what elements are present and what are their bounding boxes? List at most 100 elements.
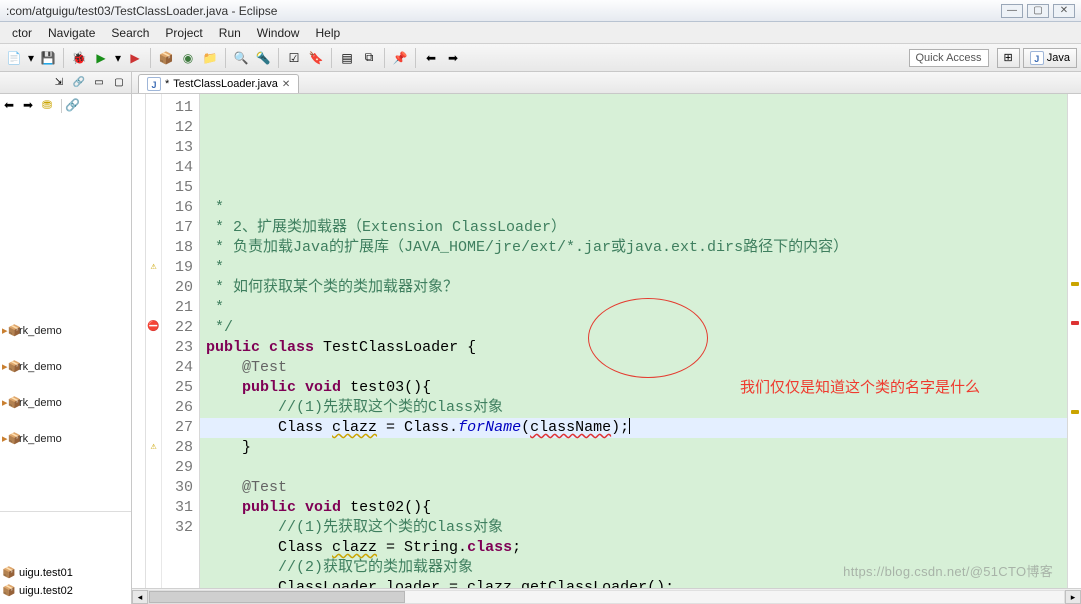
code-line[interactable]: * bbox=[206, 258, 1067, 278]
error-marker-icon[interactable]: ⛔ bbox=[146, 318, 161, 338]
collapse-all-icon[interactable]: ⇲ bbox=[51, 75, 67, 91]
code-line[interactable]: } bbox=[206, 438, 1067, 458]
warning-marker-icon[interactable]: ⚠ bbox=[146, 438, 161, 458]
code-line[interactable]: public void test03(){ bbox=[206, 378, 1067, 398]
tasks-icon[interactable]: ☑ bbox=[284, 48, 304, 68]
new-class-icon[interactable]: ◉ bbox=[178, 48, 198, 68]
code-area[interactable]: * * 2、扩展类加载器（Extension ClassLoader） * 负责… bbox=[200, 94, 1067, 588]
overview-ruler[interactable] bbox=[1067, 94, 1081, 588]
fwd-nav-icon[interactable]: ➡ bbox=[23, 98, 39, 114]
pin-icon[interactable]: 📌 bbox=[390, 48, 410, 68]
new-folder-icon[interactable]: 📁 bbox=[200, 48, 220, 68]
code-line[interactable]: * 负责加载Java的扩展库（JAVA_HOME/jre/ext/*.jar或j… bbox=[206, 238, 1067, 258]
close-window-button[interactable]: ✕ bbox=[1053, 4, 1075, 18]
separator bbox=[278, 48, 279, 68]
code-line[interactable]: * bbox=[206, 198, 1067, 218]
java-icon: J bbox=[1030, 51, 1044, 65]
code-line[interactable]: //(2)获取它的类加载器对象 bbox=[206, 558, 1067, 578]
line-number: 19 bbox=[162, 258, 193, 278]
line-number: 25 bbox=[162, 378, 193, 398]
line-number: 14 bbox=[162, 158, 193, 178]
open-type-icon[interactable]: 🔍 bbox=[231, 48, 251, 68]
code-editor[interactable]: ⚠ ⛔ ⚠ 111213141516171819202122232425262728… bbox=[132, 94, 1081, 588]
debug-icon[interactable]: 🐞 bbox=[69, 48, 89, 68]
code-line[interactable] bbox=[206, 458, 1067, 478]
line-number: 20 bbox=[162, 278, 193, 298]
code-line[interactable]: //(1)先获取这个类的Class对象 bbox=[206, 398, 1067, 418]
new-icon[interactable]: 📄 bbox=[4, 48, 24, 68]
ext-tools-icon[interactable]: ▶ bbox=[125, 48, 145, 68]
menu-navigate[interactable]: Navigate bbox=[40, 24, 103, 42]
package-icon: 📦 bbox=[2, 584, 16, 598]
folding-ruler[interactable] bbox=[132, 94, 146, 588]
save-icon[interactable]: 💾 bbox=[38, 48, 58, 68]
link-editor-icon[interactable]: 🔗 bbox=[71, 75, 87, 91]
separator bbox=[225, 48, 226, 68]
scroll-right-icon[interactable]: ▸ bbox=[1065, 590, 1081, 604]
text-caret bbox=[629, 418, 630, 434]
code-line[interactable]: */ bbox=[206, 318, 1067, 338]
annotation-ruler[interactable]: ⚠ ⛔ ⚠ bbox=[146, 94, 162, 588]
java-perspective-button[interactable]: J Java bbox=[1023, 48, 1077, 68]
window-controls: — ▢ ✕ bbox=[1001, 4, 1075, 18]
code-line[interactable]: @Test bbox=[206, 358, 1067, 378]
bottom-tree[interactable]: 📦uigu.test01 📦uigu.test02 bbox=[0, 511, 131, 604]
line-number-gutter[interactable]: 1112131415161718192021222324252627282930… bbox=[162, 94, 200, 588]
scroll-left-icon[interactable]: ◂ bbox=[132, 590, 148, 604]
separator bbox=[384, 48, 385, 68]
menu-project[interactable]: Project bbox=[157, 24, 210, 42]
menu-help[interactable]: Help bbox=[307, 24, 348, 42]
line-number: 31 bbox=[162, 498, 193, 518]
java-file-icon: J bbox=[147, 77, 161, 91]
separator bbox=[61, 99, 62, 113]
open-perspective-button[interactable]: ⊞ bbox=[997, 48, 1020, 68]
code-line[interactable]: @Test bbox=[206, 478, 1067, 498]
scroll-thumb[interactable] bbox=[149, 591, 405, 603]
new-package-icon[interactable]: 📦 bbox=[156, 48, 176, 68]
code-line[interactable]: Class clazz = String.class; bbox=[206, 538, 1067, 558]
code-line[interactable]: //(1)先获取这个类的Class对象 bbox=[206, 518, 1067, 538]
code-line[interactable]: Class clazz = Class.forName(className); bbox=[200, 418, 1067, 438]
link-icon[interactable]: 🔗 bbox=[65, 98, 81, 114]
code-line[interactable]: * bbox=[206, 298, 1067, 318]
line-number: 30 bbox=[162, 478, 193, 498]
menu-run[interactable]: Run bbox=[211, 24, 249, 42]
project-tree[interactable]: ▸📦rk_demo ▸📦rk_demo ▸📦rk_demo ▸📦rk_demo bbox=[0, 118, 131, 511]
code-line[interactable]: public void test02(){ bbox=[206, 498, 1067, 518]
tree-item: 📦uigu.test02 bbox=[2, 582, 129, 600]
menu-search[interactable]: Search bbox=[103, 24, 157, 42]
code-line[interactable]: * 如何获取某个类的类加载器对象？ bbox=[206, 278, 1067, 298]
filter-icon[interactable]: ⛃ bbox=[42, 98, 58, 114]
outline-icon[interactable]: ▤ bbox=[337, 48, 357, 68]
editor-tab-bar: J *TestClassLoader.java ✕ bbox=[132, 72, 1081, 94]
problems-icon[interactable]: ⧉ bbox=[359, 48, 379, 68]
perspective-switcher: ⊞ J Java bbox=[997, 48, 1077, 68]
horizontal-scrollbar[interactable]: ◂ ▸ bbox=[132, 588, 1081, 604]
run-icon[interactable]: ▶ bbox=[91, 48, 111, 68]
separator bbox=[63, 48, 64, 68]
code-line[interactable]: ClassLoader loader = clazz.getClassLoade… bbox=[206, 578, 1067, 588]
minimize-button[interactable]: — bbox=[1001, 4, 1023, 18]
back-icon[interactable]: ⬅ bbox=[421, 48, 441, 68]
editor-pane: J *TestClassLoader.java ✕ ⚠ ⛔ ⚠ 1112131415… bbox=[132, 72, 1081, 604]
bookmarks-icon[interactable]: 🔖 bbox=[306, 48, 326, 68]
editor-tab[interactable]: J *TestClassLoader.java ✕ bbox=[138, 74, 299, 93]
close-tab-icon[interactable]: ✕ bbox=[282, 79, 290, 90]
code-line[interactable]: public class TestClassLoader { bbox=[206, 338, 1067, 358]
run-dropdown-icon[interactable]: ▾ bbox=[113, 48, 123, 68]
package-icon: ▸📦 bbox=[2, 324, 16, 338]
forward-icon[interactable]: ➡ bbox=[443, 48, 463, 68]
quick-access-input[interactable]: Quick Access bbox=[909, 49, 989, 67]
maximize-button[interactable]: ▢ bbox=[1027, 4, 1049, 18]
search-icon[interactable]: 🔦 bbox=[253, 48, 273, 68]
menu-window[interactable]: Window bbox=[249, 24, 308, 42]
min-view-icon[interactable]: ▭ bbox=[91, 75, 107, 91]
dropdown-icon[interactable]: ▾ bbox=[26, 48, 36, 68]
menu-bar: ctor Navigate Search Project Run Window … bbox=[0, 22, 1081, 44]
warning-marker-icon[interactable]: ⚠ bbox=[146, 258, 161, 278]
scroll-track[interactable] bbox=[148, 590, 1065, 604]
code-line[interactable]: * 2、扩展类加载器（Extension ClassLoader） bbox=[206, 218, 1067, 238]
max-view-icon[interactable]: ▢ bbox=[111, 75, 127, 91]
back-nav-icon[interactable]: ⬅ bbox=[4, 98, 20, 114]
menu-refactor[interactable]: ctor bbox=[4, 24, 40, 42]
